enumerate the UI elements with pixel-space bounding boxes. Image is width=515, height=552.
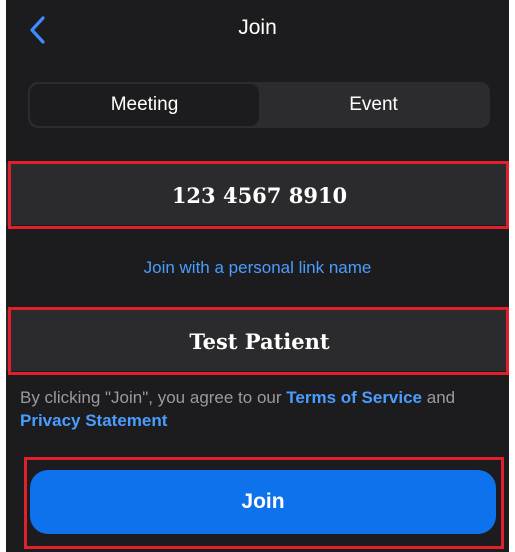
join-screen: Join Meeting Event Join with a personal … bbox=[6, 0, 509, 552]
meeting-id-input[interactable] bbox=[6, 163, 509, 227]
join-button[interactable]: Join bbox=[30, 470, 496, 534]
tab-meeting[interactable]: Meeting bbox=[30, 84, 259, 126]
terms-of-service-link[interactable]: Terms of Service bbox=[286, 388, 422, 407]
terms-notice: By clicking "Join", you agree to our Ter… bbox=[20, 386, 490, 432]
header: Join bbox=[6, 0, 509, 62]
terms-conjunction: and bbox=[422, 388, 456, 407]
page-title: Join bbox=[238, 16, 277, 39]
display-name-field bbox=[6, 309, 509, 373]
display-name-input[interactable] bbox=[6, 309, 509, 373]
meeting-event-segmented-control: Meeting Event bbox=[28, 82, 490, 128]
meeting-id-field bbox=[6, 163, 509, 227]
privacy-statement-link[interactable]: Privacy Statement bbox=[20, 411, 167, 430]
tab-event[interactable]: Event bbox=[259, 84, 488, 126]
join-with-personal-link-name-link[interactable]: Join with a personal link name bbox=[6, 258, 509, 278]
terms-prefix: By clicking "Join", you agree to our bbox=[20, 388, 287, 407]
